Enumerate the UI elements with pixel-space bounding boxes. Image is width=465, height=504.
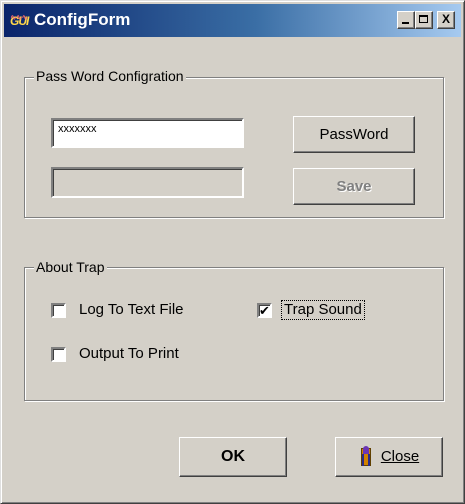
- password-confirm-input[interactable]: [51, 167, 244, 198]
- minimize-button[interactable]: [397, 11, 415, 29]
- trap-group-title: About Trap: [34, 259, 107, 275]
- checkmark-icon: ✔: [259, 303, 270, 318]
- trap-sound-label[interactable]: Trap Sound: [281, 300, 365, 320]
- password-input[interactable]: xxxxxxx: [51, 118, 244, 148]
- log-to-text-file-label[interactable]: Log To Text File: [79, 301, 184, 319]
- app-gui-icon: ∿∿∿ GUI: [10, 13, 29, 28]
- ok-button[interactable]: OK: [179, 437, 287, 477]
- minimize-icon: [402, 22, 409, 24]
- close-icon: X: [441, 12, 450, 26]
- door-exit-icon: [359, 446, 373, 468]
- maximize-button[interactable]: [415, 11, 433, 29]
- about-trap-group: [24, 267, 444, 401]
- window-close-button[interactable]: X: [437, 11, 455, 29]
- close-button[interactable]: Close: [335, 437, 443, 477]
- window-title: ConfigForm: [34, 10, 131, 29]
- output-to-print-label[interactable]: Output To Print: [79, 345, 179, 363]
- config-form-window: ∿∿∿ GUI ConfigForm X Pass Word Configrati…: [0, 0, 465, 504]
- save-button[interactable]: Save: [293, 168, 415, 205]
- password-button[interactable]: PassWord: [293, 116, 415, 153]
- trap-sound-checkbox[interactable]: ✔: [257, 303, 272, 318]
- password-group-title: Pass Word Configration: [34, 68, 186, 84]
- output-to-print-checkbox[interactable]: [51, 347, 66, 362]
- close-button-label: Close: [380, 448, 420, 466]
- maximize-icon: [419, 15, 428, 23]
- title-bar[interactable]: ∿∿∿ GUI ConfigForm X: [4, 4, 461, 37]
- log-to-text-file-checkbox[interactable]: [51, 303, 66, 318]
